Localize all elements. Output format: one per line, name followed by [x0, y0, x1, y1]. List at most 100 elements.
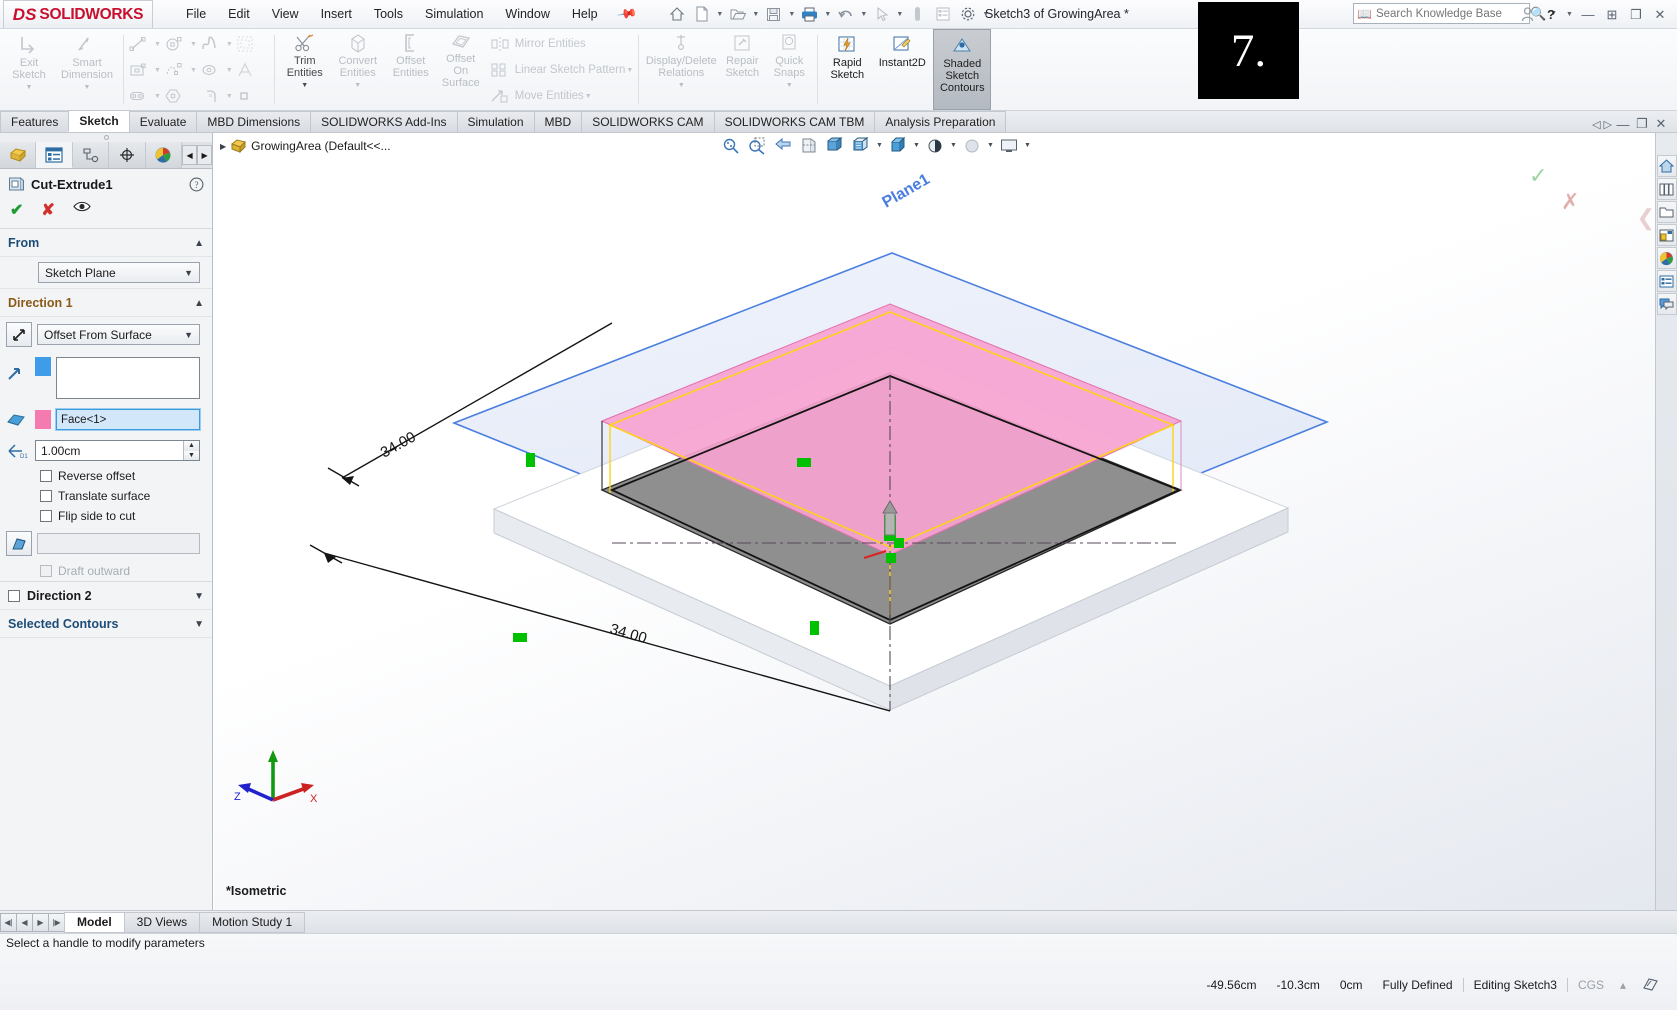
new-document-icon[interactable] — [690, 2, 714, 26]
doc-restore-icon[interactable]: ❐ — [1634, 116, 1650, 132]
nav-prev-icon[interactable]: ◀ — [16, 912, 33, 932]
offset-depth-field[interactable]: 1.00cm ▲ ▼ — [35, 440, 200, 461]
select-cursor-icon[interactable] — [870, 2, 894, 26]
tab-evaluate[interactable]: Evaluate — [128, 111, 198, 132]
tab-solidworks-cam[interactable]: SOLIDWORKS CAM — [581, 111, 715, 132]
display-manager-tab[interactable] — [145, 142, 183, 168]
direction-2-checkbox[interactable] — [8, 590, 20, 602]
draft-on-off-button[interactable] — [6, 531, 32, 556]
trim-entities-dropdown-icon[interactable]: ▼ — [301, 80, 308, 92]
from-condition-select[interactable]: Sketch Plane ▼ — [38, 262, 200, 283]
face-selection-field[interactable]: Face<1> — [55, 408, 201, 431]
shaded-sketch-contours-button[interactable]: Shaded Sketch Contours — [933, 29, 992, 110]
move-entities-caret-icon[interactable]: ▼ — [585, 93, 592, 100]
convert-entities-button[interactable]: Convert Entities ▼ — [330, 29, 386, 110]
relation-marker-2[interactable] — [797, 458, 811, 467]
menu-view[interactable]: View — [261, 3, 310, 25]
open-caret-icon[interactable]: ▼ — [751, 11, 761, 18]
display-delete-relations-dropdown-icon[interactable]: ▼ — [678, 80, 685, 92]
task-pane-expand-arrow-icon[interactable]: ❮ — [1637, 205, 1655, 231]
smart-dimension-button[interactable]: Smart Dimension ▼ — [56, 29, 118, 110]
rapid-sketch-button[interactable]: Rapid Sketch — [823, 29, 871, 110]
quick-snaps-button[interactable]: Quick Snaps ▼ — [766, 29, 812, 110]
tab-solidworks-cam-tbm[interactable]: SOLIDWORKS CAM TBM — [713, 111, 876, 132]
offset-depth-spinner[interactable]: ▲ ▼ — [183, 441, 199, 460]
configuration-manager-tab[interactable] — [72, 142, 110, 168]
minimize-icon[interactable]: — — [1577, 4, 1599, 26]
flip-side-to-cut-checkbox-row[interactable]: Flip side to cut — [0, 506, 212, 526]
task-pane-home-icon[interactable] — [1656, 155, 1677, 177]
print-caret-icon[interactable]: ▼ — [823, 11, 833, 18]
display-delete-relations-button[interactable]: Display/Delete Relations ▼ — [644, 29, 718, 110]
feature-manager-tab[interactable] — [0, 142, 37, 168]
new-document-caret-icon[interactable]: ▼ — [715, 11, 725, 18]
units-label[interactable]: CGS — [1568, 978, 1614, 992]
relation-marker-1[interactable] — [526, 453, 535, 467]
pane-collapse-left-icon[interactable]: ◁ — [1592, 118, 1600, 131]
section-direction-1[interactable]: Direction 1 ▲ — [0, 288, 212, 317]
menu-insert[interactable]: Insert — [310, 3, 363, 25]
options-list-icon[interactable] — [931, 2, 955, 26]
menu-simulation[interactable]: Simulation — [414, 3, 494, 25]
undo-caret-icon[interactable]: ▼ — [859, 11, 869, 18]
line-tool[interactable]: ▼ — [127, 31, 163, 57]
tab-solidworks-add-ins[interactable]: SOLIDWORKS Add-Ins — [310, 111, 458, 132]
reverse-offset-checkbox[interactable] — [40, 470, 52, 482]
help-circle-icon[interactable]: ? — [189, 177, 204, 192]
appearances-scenes-icon[interactable] — [1656, 247, 1677, 269]
tab-analysis-preparation[interactable]: Analysis Preparation — [874, 111, 1007, 132]
tab-model[interactable]: Model — [64, 911, 125, 933]
spin-up-icon[interactable]: ▲ — [184, 441, 199, 451]
tab-simulation[interactable]: Simulation — [456, 111, 535, 132]
repair-sketch-button[interactable]: Repair Sketch — [718, 29, 766, 110]
text-tool[interactable]: ▼ — [235, 57, 271, 83]
move-entities-item[interactable]: Move Entities ▼ — [488, 83, 636, 109]
menu-file[interactable]: File — [175, 3, 217, 25]
rectangle-tool[interactable]: ▼ — [127, 57, 163, 83]
translate-surface-checkbox[interactable] — [40, 490, 52, 502]
relation-marker-origin-2[interactable] — [886, 553, 896, 563]
convert-entities-dropdown-icon[interactable]: ▼ — [354, 80, 361, 92]
quick-snaps-dropdown-icon[interactable]: ▼ — [786, 80, 793, 92]
manager-tab-scroll-left[interactable]: ◀ — [182, 145, 198, 165]
section-direction-2[interactable]: Direction 2 ▼ — [0, 581, 212, 610]
spline-caret-icon[interactable]: ▼ — [226, 41, 233, 48]
manager-tab-scroll-right[interactable]: ▶ — [197, 145, 213, 165]
preview-eye-icon[interactable] — [73, 200, 91, 220]
close-icon[interactable]: ✕ — [1649, 4, 1671, 26]
relation-marker-3[interactable] — [513, 633, 527, 642]
custom-properties-icon[interactable] — [1656, 270, 1677, 292]
instant2d-button[interactable]: Instant2D — [871, 29, 933, 110]
menu-edit[interactable]: Edit — [217, 3, 261, 25]
sheet-scale-icon[interactable] — [1632, 977, 1669, 992]
view-palette-icon[interactable] — [1656, 224, 1677, 246]
fillet-caret-icon[interactable]: ▼ — [226, 93, 233, 100]
save-icon[interactable] — [762, 2, 786, 26]
trim-entities-button[interactable]: Trim Entities ▼ — [280, 29, 330, 110]
smart-dimension-dropdown-icon[interactable]: ▼ — [84, 82, 91, 94]
design-library-icon[interactable] — [1656, 178, 1677, 200]
rectangle-caret-icon[interactable]: ▼ — [154, 67, 161, 74]
cancel-button[interactable]: ✘ — [41, 200, 54, 220]
pin-icon[interactable]: 📌 — [615, 3, 638, 25]
relation-marker-4[interactable] — [810, 621, 819, 635]
translate-surface-checkbox-row[interactable]: Translate surface — [0, 486, 212, 506]
doc-close-icon[interactable]: ✕ — [1653, 116, 1669, 132]
accept-button[interactable]: ✔ — [10, 200, 23, 220]
chevron-down-icon-4[interactable]: ▼ — [194, 619, 204, 630]
maximize-icon[interactable]: ❐ — [1625, 4, 1647, 26]
circle-caret-icon[interactable]: ▼ — [190, 41, 197, 48]
select-caret-icon[interactable]: ▼ — [895, 11, 905, 18]
nav-last-icon[interactable]: |▶ — [48, 912, 65, 932]
menu-window[interactable]: Window — [494, 3, 560, 25]
file-explorer-icon[interactable] — [1656, 201, 1677, 223]
menu-help[interactable]: Help — [561, 3, 609, 25]
doc-minimize-icon[interactable]: — — [1615, 117, 1631, 132]
tab-3d-views[interactable]: 3D Views — [123, 911, 201, 933]
chevron-down-icon-3[interactable]: ▼ — [194, 591, 204, 602]
property-manager-tab[interactable] — [36, 142, 73, 168]
graphics-viewport[interactable]: ▶ GrowingArea (Default<<... ▼ ▼ ▼ ▼ ▼ ✓ … — [214, 133, 1677, 910]
section-from[interactable]: From ▲ — [0, 229, 212, 257]
section-selected-contours[interactable]: Selected Contours ▼ — [0, 610, 212, 638]
linear-sketch-pattern-item[interactable]: Linear Sketch Pattern ▼ — [488, 57, 636, 83]
